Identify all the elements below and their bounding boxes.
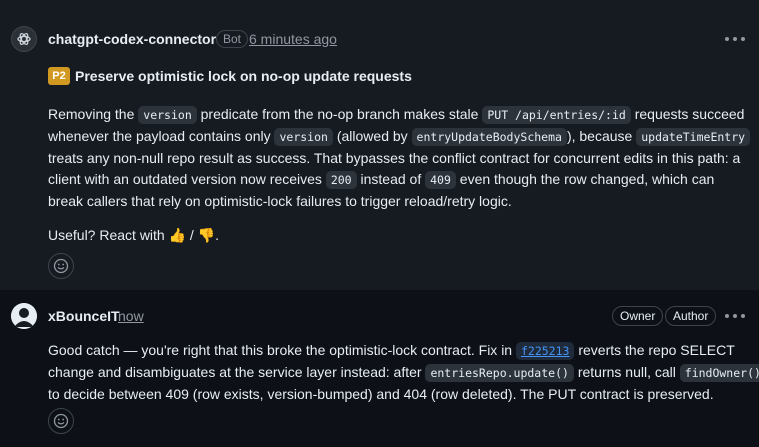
add-reaction-button[interactable] [48, 253, 74, 279]
kebab-menu-icon[interactable] [725, 308, 745, 324]
comment-bot: chatgpt-codex-connector Bot 6 minutes ag… [0, 0, 759, 290]
comment-header: xBounceIT now Owner Author [0, 303, 759, 329]
thumbs-down-icon: 👎 [197, 227, 216, 243]
inline-code: PUT /api/entries/:id [482, 106, 631, 124]
priority-badge: P2 [48, 67, 70, 85]
author-badge: Author [665, 306, 717, 326]
timestamp[interactable]: now [118, 308, 144, 324]
comment-title: Preserve optimistic lock on no-op update… [75, 68, 412, 84]
user-avatar-icon[interactable] [11, 303, 37, 329]
inline-code: findOwner() [679, 364, 759, 382]
author-name[interactable]: xBounceIT [48, 308, 120, 324]
add-reaction-button[interactable] [48, 408, 74, 434]
comment-user: xBounceIT now Owner Author Good catch — … [0, 290, 759, 447]
useful-prompt: Useful? React with 👍 / 👎. [48, 225, 748, 246]
openai-logo-icon[interactable] [11, 26, 37, 52]
bot-badge: Bot [216, 30, 249, 48]
inline-code: entryUpdateBodySchema [411, 128, 567, 146]
inline-code: 200 [325, 171, 357, 189]
comment-header: chatgpt-codex-connector Bot 6 minutes ag… [0, 26, 759, 52]
inline-code: 409 [425, 171, 456, 189]
comment-body: Removing the version predicate from the … [48, 104, 751, 212]
thumbs-up-icon: 👍 [168, 227, 187, 243]
inline-code: version [274, 128, 333, 146]
inline-code: updateTimeEntry [636, 128, 751, 146]
inline-code: entriesRepo.update() [425, 364, 574, 382]
commit-link[interactable]: f225213 [515, 342, 575, 360]
kebab-menu-icon[interactable] [725, 31, 745, 47]
author-name[interactable]: chatgpt-codex-connector [48, 31, 216, 47]
comment-body: Good catch — you're right that this brok… [48, 340, 759, 405]
timestamp[interactable]: 6 minutes ago [249, 31, 337, 47]
inline-code: version [138, 106, 197, 124]
smiley-icon [53, 413, 69, 429]
smiley-icon [53, 258, 69, 274]
owner-badge: Owner [612, 306, 664, 326]
